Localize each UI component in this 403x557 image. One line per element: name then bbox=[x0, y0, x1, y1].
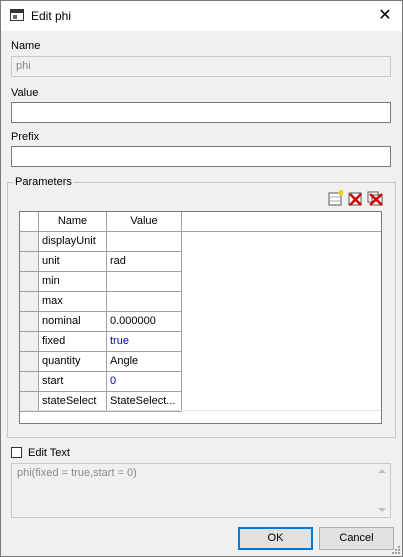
param-name-cell[interactable]: unit bbox=[39, 252, 107, 272]
value-label: Value bbox=[11, 87, 39, 99]
name-label: Name bbox=[11, 40, 41, 52]
delete-all-rows-icon[interactable] bbox=[367, 190, 384, 207]
parameters-group-label: Parameters bbox=[13, 176, 74, 188]
param-value-cell[interactable]: 0.000000 bbox=[107, 312, 182, 332]
name-field: phi bbox=[11, 56, 391, 77]
parameters-table[interactable]: Name Value displayUnit unit rad min max nomin… bbox=[19, 211, 382, 424]
edit-text-checkbox[interactable] bbox=[11, 447, 22, 458]
column-header-value[interactable]: Value bbox=[107, 212, 182, 232]
row-header[interactable] bbox=[20, 332, 39, 352]
row-header[interactable] bbox=[20, 272, 39, 292]
row-header[interactable] bbox=[20, 232, 39, 252]
text-scrollbar[interactable] bbox=[374, 464, 390, 517]
cancel-button[interactable]: Cancel bbox=[319, 527, 394, 550]
column-header-name[interactable]: Name bbox=[39, 212, 107, 232]
edit-text-label[interactable]: Edit Text bbox=[28, 447, 70, 459]
param-name-cell[interactable]: stateSelect bbox=[39, 392, 107, 412]
scroll-up-icon[interactable] bbox=[378, 469, 386, 473]
edit-dialog: Edit phi ✕ Name phi Value Prefix Paramet… bbox=[0, 0, 403, 557]
row-header[interactable] bbox=[20, 312, 39, 332]
title-bar: Edit phi ✕ bbox=[1, 1, 402, 31]
param-name-cell[interactable]: displayUnit bbox=[39, 232, 107, 252]
value-field[interactable] bbox=[11, 102, 391, 123]
resize-grip-icon[interactable] bbox=[390, 544, 400, 554]
param-name-cell[interactable]: quantity bbox=[39, 352, 107, 372]
param-name-cell[interactable]: nominal bbox=[39, 312, 107, 332]
param-value-cell[interactable]: 0 bbox=[107, 372, 182, 392]
row-header[interactable] bbox=[20, 292, 39, 312]
param-value-cell[interactable]: true bbox=[107, 332, 182, 352]
param-name-cell[interactable]: min bbox=[39, 272, 107, 292]
param-value-cell[interactable] bbox=[107, 232, 182, 252]
scroll-down-icon[interactable] bbox=[378, 508, 386, 512]
param-value-cell[interactable]: Angle bbox=[107, 352, 182, 372]
param-value-cell[interactable] bbox=[107, 292, 182, 312]
window-icon bbox=[10, 9, 24, 21]
delete-row-icon[interactable] bbox=[347, 190, 364, 207]
param-name-cell[interactable]: start bbox=[39, 372, 107, 392]
prefix-field[interactable] bbox=[11, 146, 391, 167]
row-header[interactable] bbox=[20, 372, 39, 392]
edit-text-content: phi(fixed = true,start = 0) bbox=[17, 467, 137, 479]
row-header[interactable] bbox=[20, 392, 39, 412]
corner-header bbox=[20, 212, 39, 232]
param-value-cell[interactable]: rad bbox=[107, 252, 182, 272]
param-name-cell[interactable]: fixed bbox=[39, 332, 107, 352]
edit-text-area: phi(fixed = true,start = 0) bbox=[11, 463, 391, 518]
param-value-cell[interactable]: StateSelect... bbox=[107, 392, 182, 412]
ok-button[interactable]: OK bbox=[238, 527, 313, 550]
close-icon[interactable]: ✕ bbox=[368, 1, 402, 31]
param-name-cell[interactable]: max bbox=[39, 292, 107, 312]
window-title: Edit phi bbox=[31, 9, 72, 23]
add-row-icon[interactable] bbox=[327, 190, 344, 207]
row-header[interactable] bbox=[20, 352, 39, 372]
table-bottom-edge bbox=[20, 410, 381, 411]
param-value-cell[interactable] bbox=[107, 272, 182, 292]
prefix-label: Prefix bbox=[11, 131, 40, 143]
row-header[interactable] bbox=[20, 252, 39, 272]
column-header-filler bbox=[182, 212, 381, 232]
